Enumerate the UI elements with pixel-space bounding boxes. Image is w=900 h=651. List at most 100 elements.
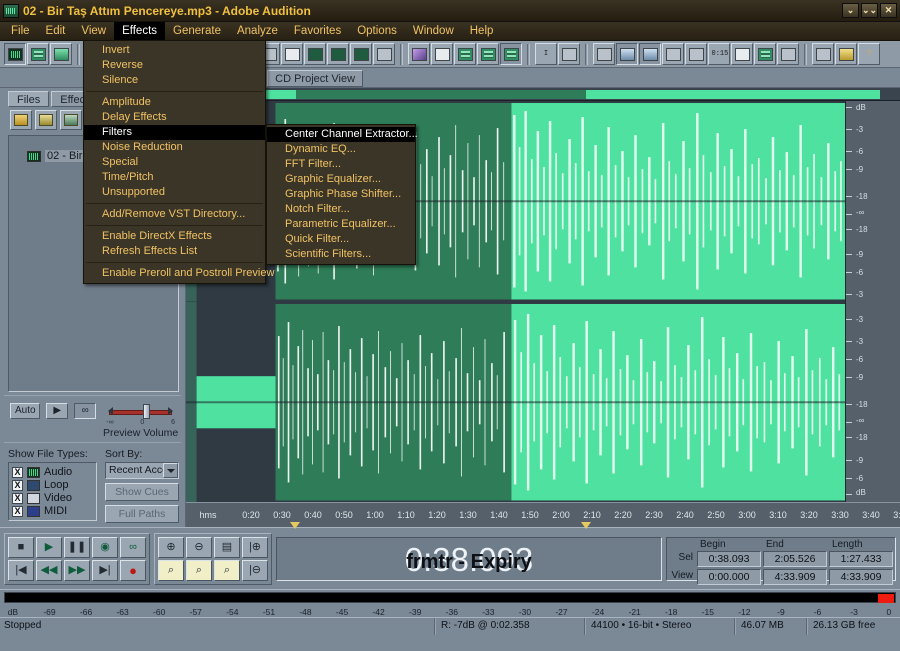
menu-analyze[interactable]: Analyze bbox=[229, 22, 286, 40]
help-topics-button[interactable] bbox=[835, 43, 857, 65]
menu-options[interactable]: Options bbox=[349, 22, 405, 40]
file-type-video[interactable]: X Video bbox=[12, 492, 93, 504]
delete-silence-button[interactable] bbox=[350, 43, 372, 65]
paste-button[interactable] bbox=[281, 43, 303, 65]
rewind-button[interactable]: ◀◀ bbox=[36, 559, 62, 581]
volume-left-arrow-icon[interactable] bbox=[108, 407, 114, 415]
zoom-right-selection-button[interactable]: ⌕ bbox=[186, 559, 212, 581]
trim-button[interactable] bbox=[327, 43, 349, 65]
auto-play-button[interactable]: Auto bbox=[10, 403, 41, 419]
stop-button[interactable]: ■ bbox=[8, 536, 34, 558]
menu-edit[interactable]: Edit bbox=[38, 22, 74, 40]
menu-item-amplitude[interactable]: Amplitude bbox=[84, 95, 265, 110]
menu-generate[interactable]: Generate bbox=[165, 22, 229, 40]
tab-cd-project-view[interactable]: CD Project View bbox=[267, 70, 364, 87]
sel-end-value[interactable]: 2:05.526 bbox=[763, 550, 827, 567]
volume-slider[interactable] bbox=[108, 404, 173, 419]
menu-item-noise-reduction[interactable]: Noise Reduction bbox=[84, 140, 265, 155]
level-meter-bar[interactable] bbox=[4, 592, 896, 603]
file-type-loop[interactable]: X Loop bbox=[12, 479, 93, 491]
sel-length-value[interactable]: 1:27.433 bbox=[829, 550, 893, 567]
menu-view[interactable]: View bbox=[73, 22, 114, 40]
menu-help[interactable]: Help bbox=[462, 22, 502, 40]
placekeeper2-button[interactable] bbox=[777, 43, 799, 65]
preview-play-button[interactable]: ▶ bbox=[46, 403, 69, 419]
submenu-item-center-channel-extractor[interactable]: Center Channel Extractor... bbox=[267, 127, 418, 142]
submenu-item-scientific-filters[interactable]: Scientific Filters... bbox=[267, 247, 415, 262]
show-fx-button[interactable] bbox=[477, 43, 499, 65]
level-meter[interactable]: dB -69 -66 -63 -60 -57 -54 -51 -48 -45 -… bbox=[0, 589, 900, 617]
open-file-button-panel[interactable] bbox=[10, 110, 32, 130]
pause-button[interactable]: ❚❚ bbox=[64, 536, 90, 558]
insert-file-button-panel[interactable] bbox=[60, 110, 82, 130]
file-type-midi[interactable]: X MIDI bbox=[12, 505, 93, 517]
menu-item-filters[interactable]: Filters bbox=[84, 125, 265, 140]
marquee-tool-button[interactable] bbox=[558, 43, 580, 65]
go-to-end-button[interactable]: ▶| bbox=[92, 559, 118, 581]
menu-item-delay-effects[interactable]: Delay Effects bbox=[84, 110, 265, 125]
menu-window[interactable]: Window bbox=[405, 22, 462, 40]
sel-begin-value[interactable]: 0:38.093 bbox=[697, 550, 761, 567]
midi-checkbox[interactable]: X bbox=[12, 505, 23, 517]
spectral-view-button[interactable] bbox=[408, 43, 430, 65]
loop-play-button[interactable]: ∞ bbox=[120, 536, 146, 558]
full-paths-button[interactable]: Full Paths bbox=[105, 505, 179, 523]
tab-files[interactable]: Files bbox=[8, 91, 50, 107]
zoom-in-button[interactable]: ⊕ bbox=[158, 536, 184, 558]
close-button[interactable]: ✕ bbox=[880, 3, 897, 18]
show-pan-button[interactable] bbox=[454, 43, 476, 65]
waveform-channel-right[interactable] bbox=[186, 301, 845, 502]
horizontal-overview-bar[interactable] bbox=[186, 88, 900, 101]
options-settings-button[interactable] bbox=[812, 43, 834, 65]
play-to-end-button[interactable]: ◉ bbox=[92, 536, 118, 558]
restore-button[interactable]: ⌄⌄ bbox=[861, 3, 878, 18]
menu-item-enable-preroll[interactable]: Enable Preroll and Postroll Preview bbox=[84, 266, 274, 281]
placekeeper-button[interactable] bbox=[731, 43, 753, 65]
play-button[interactable]: ▶ bbox=[36, 536, 62, 558]
menu-item-time-pitch[interactable]: Time/Pitch bbox=[84, 170, 265, 185]
menu-item-invert[interactable]: Invert bbox=[84, 43, 265, 58]
menu-item-add-remove-vst[interactable]: Add/Remove VST Directory... bbox=[84, 207, 265, 222]
zoom-out-button[interactable]: ⊖ bbox=[186, 536, 212, 558]
edit-view-button[interactable] bbox=[4, 43, 26, 65]
overview-selection[interactable] bbox=[296, 90, 586, 99]
view-end-value[interactable]: 4:33.909 bbox=[763, 568, 827, 585]
menu-favorites[interactable]: Favorites bbox=[286, 22, 349, 40]
show-mixer-button[interactable] bbox=[500, 43, 522, 65]
time-window-button[interactable] bbox=[639, 43, 661, 65]
submenu-item-graphic-equalizer[interactable]: Graphic Equalizer... bbox=[267, 172, 415, 187]
time-display[interactable]: 0:38.093 frmtr - Expiry bbox=[276, 536, 662, 581]
zoom-full-button[interactable]: ▤ bbox=[214, 536, 240, 558]
transport-window-button[interactable] bbox=[616, 43, 638, 65]
open-folder-button-panel[interactable] bbox=[35, 110, 57, 130]
submenu-item-parametric-equalizer[interactable]: Parametric Equalizer... bbox=[267, 217, 415, 232]
selection-start-marker[interactable] bbox=[290, 522, 300, 529]
selection-end-marker[interactable] bbox=[581, 522, 591, 529]
audio-checkbox[interactable]: X bbox=[12, 466, 23, 478]
organizer-window-button[interactable] bbox=[593, 43, 615, 65]
edit-envelope-button[interactable] bbox=[431, 43, 453, 65]
clip-indicator[interactable] bbox=[878, 594, 894, 603]
cd-view-button[interactable] bbox=[50, 43, 72, 65]
sort-by-select[interactable]: Recent Acce bbox=[105, 462, 179, 479]
effects-dropdown-menu[interactable]: Invert Reverse Silence Amplitude Delay E… bbox=[83, 40, 274, 284]
menu-item-unsupported[interactable]: Unsupported bbox=[84, 185, 265, 200]
view-length-value[interactable]: 4:33.909 bbox=[829, 568, 893, 585]
menu-effects[interactable]: Effects bbox=[114, 22, 166, 40]
play-list-button[interactable] bbox=[662, 43, 684, 65]
zoom-window-button[interactable] bbox=[685, 43, 707, 65]
menu-item-silence[interactable]: Silence bbox=[84, 73, 265, 88]
zoom-out-vertical-button[interactable]: |⊖ bbox=[242, 559, 268, 581]
zoom-left-selection-button[interactable]: ⌕ bbox=[158, 559, 184, 581]
loop-checkbox[interactable]: X bbox=[12, 479, 23, 491]
submenu-item-graphic-phase-shifter[interactable]: Graphic Phase Shifter... bbox=[267, 187, 415, 202]
submenu-item-dynamic-eq[interactable]: Dynamic EQ... bbox=[267, 142, 415, 157]
sel-view-window-button[interactable]: 0:15 bbox=[708, 43, 730, 65]
menu-item-refresh-effects[interactable]: Refresh Effects List bbox=[84, 244, 265, 259]
zoom-to-selection-button[interactable]: ⌕ bbox=[214, 559, 240, 581]
find-button[interactable] bbox=[373, 43, 395, 65]
time-selection-tool-button[interactable]: I bbox=[535, 43, 557, 65]
view-begin-value[interactable]: 0:00.000 bbox=[697, 568, 761, 585]
submenu-item-quick-filter[interactable]: Quick Filter... bbox=[267, 232, 415, 247]
help-button[interactable]: ? bbox=[858, 43, 880, 65]
